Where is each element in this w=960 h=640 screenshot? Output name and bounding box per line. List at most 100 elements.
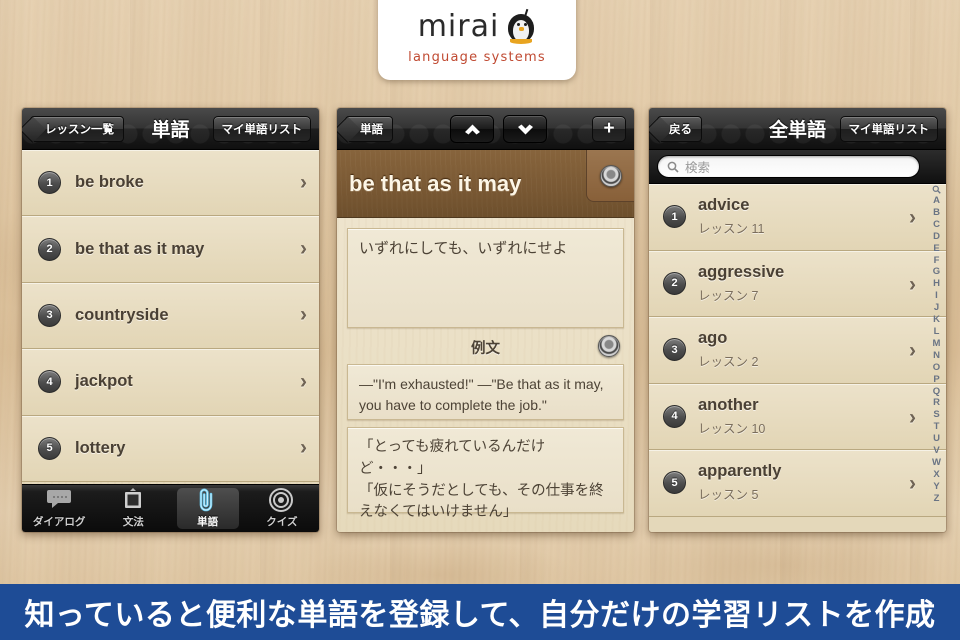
item-number-badge: 5 [38, 436, 61, 460]
index-letter[interactable]: N [933, 350, 940, 362]
search-index-icon [932, 185, 941, 194]
item-number-badge: 4 [663, 404, 686, 428]
item-number-badge: 2 [663, 271, 686, 295]
word-header: be that as it may [337, 150, 634, 218]
caption-banner: 知っていると便利な単語を登録して、自分だけの学習リストを作成 [0, 584, 960, 640]
all-words-list-item[interactable]: 5 apparently レッスン 5 › [649, 450, 946, 517]
search-input[interactable]: 検索 [657, 155, 920, 178]
word-list-item[interactable]: 1 be broke › [22, 150, 319, 217]
word-label: countryside [75, 305, 169, 324]
paperclip-icon [195, 488, 221, 512]
item-number-badge: 5 [663, 471, 686, 495]
index-letter[interactable]: R [933, 397, 940, 409]
blackboard-icon [120, 488, 146, 512]
phone-screen-all-words: 戻る 全単語 マイ単語リスト 検索 1 advice レッスン 11 › 2 aggres… [649, 108, 946, 532]
index-letter[interactable]: A [933, 195, 940, 207]
index-letter[interactable]: L [934, 326, 940, 338]
brand-tagline: language systems [408, 50, 546, 65]
my-word-list-button-phone3[interactable]: マイ単語リスト [839, 116, 938, 142]
lesson-label: レッスン 2 [698, 355, 759, 370]
index-letter[interactable]: M [933, 338, 941, 350]
target-icon [268, 488, 295, 512]
index-letter[interactable]: X [933, 469, 939, 481]
index-letter[interactable]: Z [934, 493, 940, 505]
index-letter[interactable]: F [934, 255, 940, 267]
chevron-right-icon: › [300, 303, 307, 327]
word-label: aggressive [698, 262, 785, 281]
speech-bubble-icon [47, 490, 72, 508]
caption-text: 知っていると便利な単語を登録して、自分だけの学習リストを作成 [24, 598, 936, 633]
chevron-right-icon: › [909, 339, 916, 362]
index-letter[interactable]: O [933, 362, 940, 374]
tab-label: 文法 [122, 516, 144, 528]
index-letter[interactable]: S [933, 409, 939, 421]
index-letter[interactable]: B [933, 207, 940, 219]
word-label: apparently [698, 462, 782, 481]
back-button-lesson-list[interactable]: レッスン一覧 [30, 116, 124, 142]
tab-bar: ダイアログ 文法 単語 クイズ [22, 484, 319, 532]
index-letter[interactable]: H [933, 278, 940, 290]
tab-blackboard[interactable]: 文法 [96, 485, 170, 532]
tab-label: ダイアログ [32, 516, 86, 528]
back-button[interactable]: 戻る [657, 116, 702, 142]
search-placeholder: 検索 [685, 161, 711, 175]
word-text-group: aggressive レッスン 7 [698, 263, 784, 304]
item-number-badge: 1 [38, 171, 61, 195]
word-label: lottery [75, 438, 126, 457]
all-words-list-item[interactable]: 4 another レッスン 10 › [649, 383, 946, 450]
word-list-item[interactable]: 5 lottery › [22, 415, 319, 482]
word-list-item[interactable]: 4 jackpot › [22, 349, 319, 416]
blackboard-icon [125, 488, 142, 508]
index-letter[interactable]: G [933, 266, 940, 278]
chevron-right-icon: › [909, 405, 916, 429]
item-number-badge: 1 [663, 205, 686, 229]
word-title: be that as it may [349, 170, 522, 196]
word-text-group: ago レッスン 2 [698, 329, 758, 370]
index-letter[interactable]: E [933, 243, 939, 255]
index-letter[interactable]: P [933, 374, 939, 386]
word-text-group: another レッスン 10 [698, 396, 765, 437]
index-letter[interactable]: U [933, 433, 940, 445]
tab-target[interactable]: クイズ [245, 485, 319, 532]
chevron-right-icon: › [909, 272, 916, 296]
all-words-list-item[interactable]: 1 advice レッスン 11 › [649, 184, 946, 251]
speech-bubble-icon [46, 488, 72, 512]
word-label: another [698, 395, 759, 414]
index-letter[interactable]: Y [933, 481, 939, 493]
word-detail-body: いずれにしても、いずれにせよ 例文 ―"I'm exhausted!" ―"Be… [337, 218, 634, 532]
next-word-button[interactable] [503, 115, 547, 143]
back-button-words[interactable]: 単語 [345, 116, 393, 142]
index-letter[interactable]: T [934, 421, 940, 433]
page-title-phone3: 全単語 [768, 120, 826, 141]
index-letter[interactable]: W [932, 457, 941, 469]
word-list-item[interactable]: 2 be that as it may › [22, 216, 319, 283]
search-bar: 検索 [649, 150, 946, 184]
index-letter[interactable]: I [935, 290, 938, 302]
my-word-list-button[interactable]: マイ単語リスト [212, 116, 311, 142]
index-letter[interactable]: K [933, 314, 940, 326]
alphabet-index[interactable]: ABCDEFGHIJKLMNOPQRSTUVWXYZ [927, 184, 946, 532]
tab-speech-bubble[interactable]: ダイアログ [22, 485, 96, 532]
add-to-my-list-button[interactable]: + [592, 116, 626, 142]
index-letter[interactable]: J [934, 302, 939, 314]
tab-paperclip[interactable]: 単語 [171, 485, 245, 532]
index-letter[interactable]: V [933, 445, 939, 457]
example-sentence-japanese: 「とっても疲れているんだけど・・・」 「仮にそうだとしても、その仕事を終えなくて… [347, 427, 624, 520]
word-text-group: advice レッスン 11 [698, 196, 764, 237]
chevron-right-icon: › [909, 206, 916, 229]
play-example-audio-button[interactable] [598, 335, 620, 357]
index-letter[interactable]: Q [933, 386, 940, 398]
word-list-item[interactable]: 3 countryside › [22, 282, 319, 350]
chevron-down-icon [517, 124, 533, 134]
phone-screen-word-detail: 単語 + be that as it may いずれにしても、いずれにせよ 例文… [337, 108, 634, 532]
play-word-audio-button[interactable] [586, 150, 634, 202]
index-letter[interactable]: C [933, 219, 940, 231]
word-label: be that as it may [75, 239, 205, 258]
paperclip-icon [199, 488, 212, 512]
target-icon [268, 488, 293, 512]
index-letter[interactable]: D [933, 231, 940, 243]
previous-word-button[interactable] [450, 115, 494, 143]
all-words-list-item[interactable]: 3 ago レッスン 2 › [649, 317, 946, 384]
brand-name: mirai [417, 9, 500, 44]
all-words-list-item[interactable]: 2 aggressive レッスン 7 › [649, 250, 946, 317]
